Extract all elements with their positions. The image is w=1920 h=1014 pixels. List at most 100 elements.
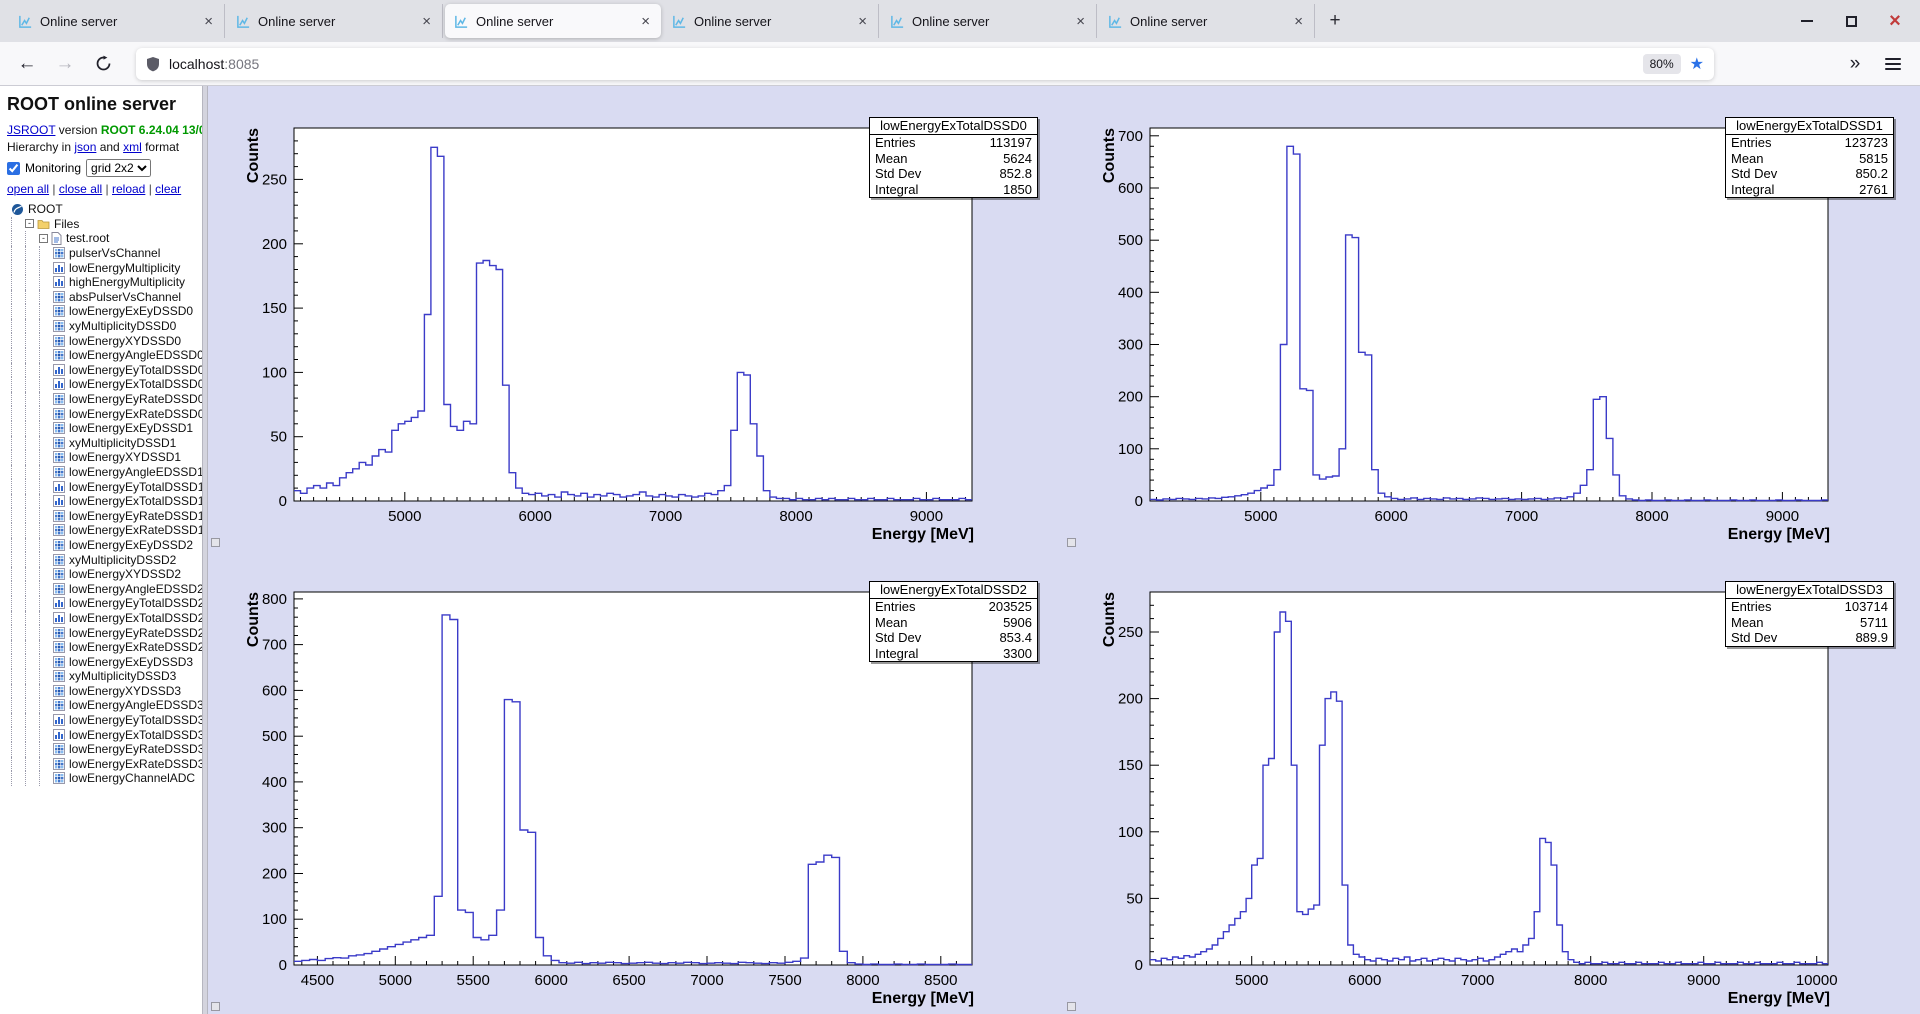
tree-item-label: Files <box>54 216 80 231</box>
tree-item-lowEnergyExTotalDSSD3[interactable]: lowEnergyExTotalDSSD3 <box>7 727 202 742</box>
reload-button[interactable] <box>86 48 120 80</box>
tab-close-icon[interactable]: × <box>856 13 869 30</box>
tree-item-lowEnergyExTotalDSSD2[interactable]: lowEnergyExTotalDSSD2 <box>7 610 202 626</box>
svg-text:6000: 6000 <box>535 972 568 989</box>
maximize-button[interactable] <box>1842 12 1860 30</box>
action-link-close-all[interactable]: close all <box>59 182 102 196</box>
collapse-expander-icon[interactable]: - <box>25 219 34 229</box>
tree-item-lowEnergyEyRateDSSD1[interactable]: lowEnergyEyRateDSSD1 <box>7 508 202 524</box>
tab-close-icon[interactable]: × <box>639 13 652 30</box>
pad-lowEnergyExTotalDSSD0[interactable]: 0 50 100 150 200 250 5000 6000 7000 8000 9000 Energ… <box>208 86 1064 550</box>
stats-box-lowEnergyExTotalDSSD3[interactable]: lowEnergyExTotalDSSD3 Entries 103714 Mean 57… <box>1725 581 1894 647</box>
pad-resize-handle[interactable] <box>211 538 220 547</box>
url-bar[interactable]: localhost:8085 80% ★ <box>136 47 1714 80</box>
collapse-expander-icon[interactable]: - <box>39 233 48 243</box>
tree-guide <box>11 552 25 567</box>
tree-guide <box>11 464 25 480</box>
tab-close-icon[interactable]: × <box>420 13 433 30</box>
tree-item-lowEnergyExTotalDSSD0[interactable]: lowEnergyExTotalDSSD0 <box>7 377 202 392</box>
tree-item-xyMultiplicityDSSD1[interactable]: xyMultiplicityDSSD1 <box>7 435 202 451</box>
tree-item-xyMultiplicityDSSD3[interactable]: xyMultiplicityDSSD3 <box>7 669 202 684</box>
tab-online-server-4[interactable]: Online server × <box>881 4 1097 38</box>
tree-item-lowEnergyAngleEDSSD3[interactable]: lowEnergyAngleEDSSD3 <box>7 698 202 713</box>
pad-resize-handle[interactable] <box>1067 1002 1076 1011</box>
close-window-button[interactable]: × <box>1886 10 1904 32</box>
tree-item-lowEnergyEyTotalDSSD2[interactable]: lowEnergyEyTotalDSSD2 <box>7 596 202 611</box>
hierarchy-prefix: Hierarchy in <box>7 140 75 154</box>
tree-item-lowEnergyAngleEDSSD2[interactable]: lowEnergyAngleEDSSD2 <box>7 581 202 597</box>
tab-online-server-2[interactable]: Online server × <box>445 4 661 38</box>
tree-item-root[interactable]: ROOT <box>7 202 202 217</box>
xml-link[interactable]: xml <box>123 140 142 154</box>
monitoring-checkbox[interactable] <box>7 161 20 175</box>
tree-item-lowEnergyExEyDSSD0[interactable]: lowEnergyExEyDSSD0 <box>7 304 202 319</box>
new-tab-button[interactable]: + <box>1320 6 1350 36</box>
tree-item-files[interactable]: - Files <box>7 216 202 232</box>
bookmark-star-icon[interactable]: ★ <box>1690 54 1704 74</box>
tree-item-lowEnergyMultiplicity[interactable]: lowEnergyMultiplicity <box>7 260 202 275</box>
tree-item-lowEnergyXYDSSD2[interactable]: lowEnergyXYDSSD2 <box>7 566 202 582</box>
action-link-open-all[interactable]: open all <box>7 182 49 196</box>
overflow-menu-button[interactable]: » <box>1838 48 1872 80</box>
pad-resize-handle[interactable] <box>211 1002 220 1011</box>
tree-item-absPulserVsChannel[interactable]: absPulserVsChannel <box>7 289 202 305</box>
tree-item-pulserVsChannel[interactable]: pulserVsChannel <box>7 245 202 261</box>
tree-item-lowEnergyExEyDSSD1[interactable]: lowEnergyExEyDSSD1 <box>7 420 202 436</box>
tree-item-lowEnergyEyTotalDSSD0[interactable]: lowEnergyEyTotalDSSD0 <box>7 362 202 378</box>
pad-lowEnergyExTotalDSSD2[interactable]: 0 100 200 300 400 500 600 700 800 4500 5000 5500 600… <box>208 550 1064 1014</box>
tree-item-lowEnergyExEyDSSD3[interactable]: lowEnergyExEyDSSD3 <box>7 654 202 669</box>
action-link-reload[interactable]: reload <box>112 182 145 196</box>
stats-box-lowEnergyExTotalDSSD2[interactable]: lowEnergyExTotalDSSD2 Entries 203525 Mean 59… <box>869 581 1038 662</box>
navigation-toolbar: ← → localhost:8085 80% ★ » <box>0 42 1920 86</box>
tab-close-icon[interactable]: × <box>1074 13 1087 30</box>
tree-guide <box>39 479 53 494</box>
tree-item-lowEnergyExEyDSSD2[interactable]: lowEnergyExEyDSSD2 <box>7 537 202 553</box>
tree-item-lowEnergyXYDSSD3[interactable]: lowEnergyXYDSSD3 <box>7 683 202 699</box>
tab-online-server-5[interactable]: Online server × <box>1099 4 1315 38</box>
tree-item-lowEnergyExRateDSSD0[interactable]: lowEnergyExRateDSSD0 <box>7 406 202 421</box>
svg-text:100: 100 <box>1118 441 1143 458</box>
tree-item-xyMultiplicityDSSD2[interactable]: xyMultiplicityDSSD2 <box>7 552 202 567</box>
tree-item-lowEnergyEyRateDSSD0[interactable]: lowEnergyEyRateDSSD0 <box>7 391 202 407</box>
jsroot-link[interactable]: JSROOT <box>7 123 55 137</box>
tree-item-lowEnergyExRateDSSD3[interactable]: lowEnergyExRateDSSD3 <box>7 756 202 772</box>
tree-item-lowEnergyExRateDSSD2[interactable]: lowEnergyExRateDSSD2 <box>7 639 202 655</box>
stats-box-lowEnergyExTotalDSSD1[interactable]: lowEnergyExTotalDSSD1 Entries 123723 Mean 58… <box>1725 117 1894 198</box>
tab-online-server-3[interactable]: Online server × <box>663 4 879 38</box>
tree-item-lowEnergyEyRateDSSD2[interactable]: lowEnergyEyRateDSSD2 <box>7 625 202 640</box>
layout-select[interactable]: grid 2x2 <box>86 159 152 177</box>
action-link-clear[interactable]: clear <box>155 182 181 196</box>
shield-icon[interactable] <box>146 56 160 72</box>
tree-item-lowEnergyExTotalDSSD1[interactable]: lowEnergyExTotalDSSD1 <box>7 493 202 509</box>
tree-item-lowEnergyXYDSSD0[interactable]: lowEnergyXYDSSD0 <box>7 333 202 348</box>
svg-text:400: 400 <box>262 774 287 791</box>
tree-item-test-root[interactable]: - test.root <box>7 231 202 246</box>
pad-lowEnergyExTotalDSSD1[interactable]: 0 100 200 300 400 500 600 700 5000 6000 7000 8000 90… <box>1064 86 1920 550</box>
tree-item-lowEnergyExRateDSSD1[interactable]: lowEnergyExRateDSSD1 <box>7 523 202 538</box>
back-button[interactable]: ← <box>10 48 44 80</box>
tree-item-lowEnergyXYDSSD1[interactable]: lowEnergyXYDSSD1 <box>7 450 202 465</box>
stats-box-lowEnergyExTotalDSSD0[interactable]: lowEnergyExTotalDSSD0 Entries 113197 Mean 56… <box>869 117 1038 198</box>
tab-online-server-0[interactable]: Online server × <box>9 4 225 38</box>
tree-item-highEnergyMultiplicity[interactable]: highEnergyMultiplicity <box>7 274 202 290</box>
zoom-level-badge[interactable]: 80% <box>1642 53 1681 74</box>
tree-guide <box>39 333 53 348</box>
forward-button[interactable]: → <box>48 48 82 80</box>
minimize-button[interactable] <box>1798 12 1816 30</box>
tree-item-lowEnergyAngleEDSSD1[interactable]: lowEnergyAngleEDSSD1 <box>7 464 202 480</box>
tree-item-lowEnergyChannelADC[interactable]: lowEnergyChannelADC <box>7 771 202 786</box>
pad-lowEnergyExTotalDSSD3[interactable]: 0 50 100 150 200 250 5000 6000 7000 8000 9000 10000… <box>1064 550 1920 1014</box>
stat-label: Entries <box>1731 135 1772 150</box>
tree-item-lowEnergyEyTotalDSSD3[interactable]: lowEnergyEyTotalDSSD3 <box>7 712 202 728</box>
tree-item-lowEnergyEyRateDSSD3[interactable]: lowEnergyEyRateDSSD3 <box>7 741 202 757</box>
tree-item-lowEnergyEyTotalDSSD1[interactable]: lowEnergyEyTotalDSSD1 <box>7 479 202 494</box>
app-menu-button[interactable] <box>1876 48 1910 80</box>
json-link[interactable]: json <box>74 140 96 154</box>
pad-resize-handle[interactable] <box>1067 538 1076 547</box>
tab-online-server-1[interactable]: Online server × <box>227 4 443 38</box>
tree-guide <box>11 362 25 378</box>
tree-item-xyMultiplicityDSSD0[interactable]: xyMultiplicityDSSD0 <box>7 318 202 334</box>
tab-close-icon[interactable]: × <box>202 13 215 30</box>
tab-close-icon[interactable]: × <box>1292 13 1305 30</box>
tree-item-lowEnergyAngleEDSSD0[interactable]: lowEnergyAngleEDSSD0 <box>7 347 202 363</box>
